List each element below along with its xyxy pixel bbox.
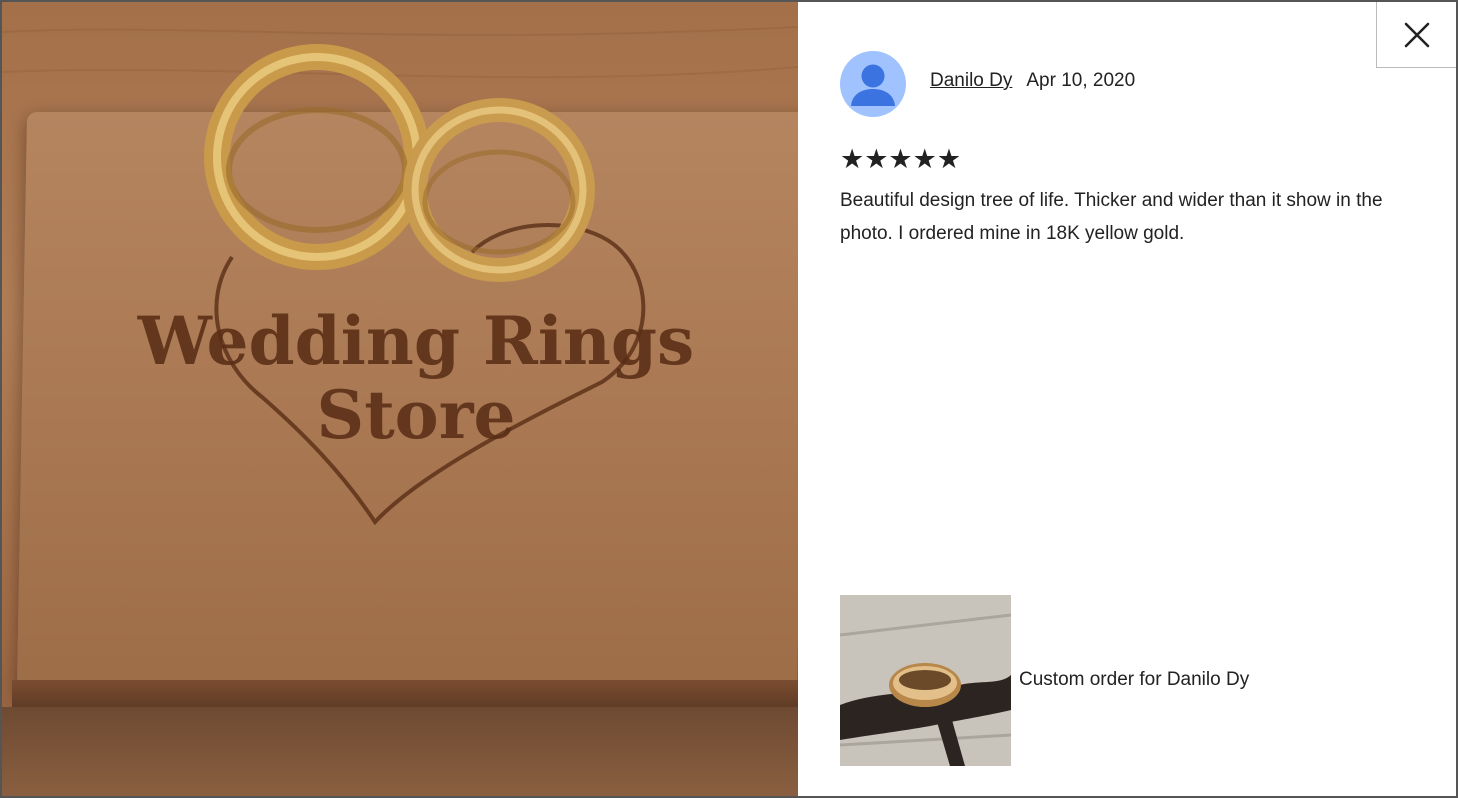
engraving-line-2: Store [317,376,516,454]
gold-rings [204,44,595,282]
review-panel: Danilo Dy Apr 10, 2020 ★★★★★ Beautiful d… [798,2,1456,796]
review-text: Beautiful design tree of life. Thicker a… [840,190,1383,244]
attachment-thumbnail[interactable] [840,595,1011,766]
review-photo: Wedding Rings Store [2,2,798,796]
ring-thumbnail-image [840,595,1011,766]
star-rating: ★★★★★ [840,144,962,174]
review-modal: Wedding Rings Store Danilo Dy Apr 10, 20… [2,2,1456,796]
author-link[interactable]: Danilo Dy [930,70,1012,92]
engraving: Wedding Rings Store [137,44,694,526]
user-avatar-icon [840,51,906,117]
review-date: Apr 10, 2020 [1026,70,1136,91]
engraving-line-1: Wedding Rings [137,302,694,380]
attachment-caption: Custom order for Danilo Dy [1019,669,1250,690]
close-button[interactable] [1376,2,1456,68]
close-icon [1404,22,1429,47]
review-meta: Danilo Dy Apr 10, 2020 [930,70,1135,92]
